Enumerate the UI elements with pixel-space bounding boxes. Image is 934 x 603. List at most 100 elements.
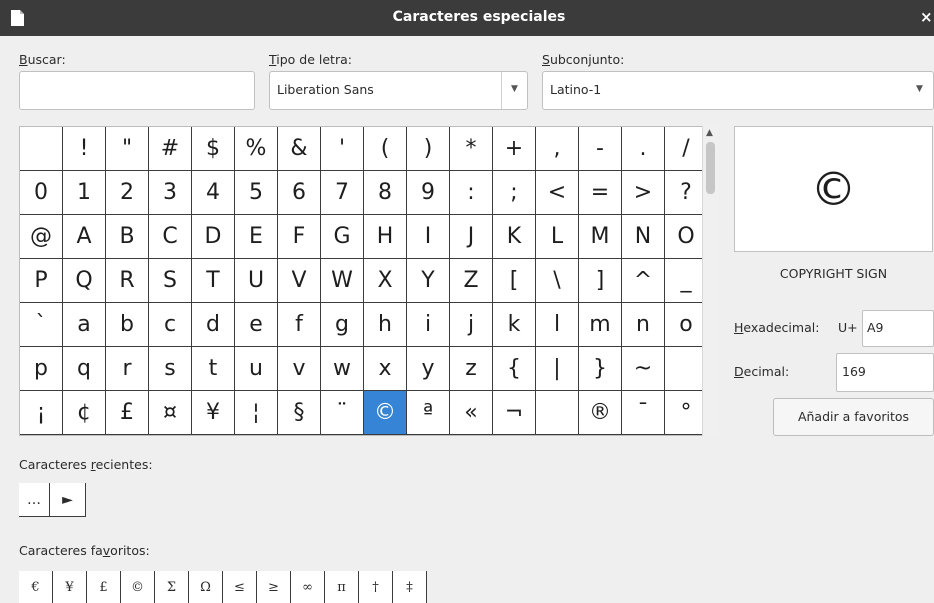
char-cell[interactable]: W <box>321 259 364 303</box>
add-to-favorites-button[interactable]: Añadir a favoritos <box>773 398 934 436</box>
char-cell[interactable]: } <box>579 347 622 391</box>
char-cell[interactable] <box>536 391 579 435</box>
subset-select[interactable]: Latino-1 ▼ <box>542 71 934 110</box>
scroll-up-icon[interactable]: ▲ <box>706 128 713 138</box>
char-cell[interactable]: ( <box>364 127 407 171</box>
char-cell[interactable]: ¥ <box>192 391 235 435</box>
char-cell[interactable]: : <box>450 171 493 215</box>
char-cell[interactable]: w <box>321 347 364 391</box>
char-cell[interactable] <box>20 127 63 171</box>
char-cell[interactable]: ^ <box>622 259 665 303</box>
grid-scrollbar[interactable]: ▲ <box>702 126 719 436</box>
char-cell[interactable]: V <box>278 259 321 303</box>
char-cell[interactable]: < <box>536 171 579 215</box>
char-cell[interactable]: n <box>622 303 665 347</box>
char-cell[interactable]: A <box>63 215 106 259</box>
char-cell[interactable]: r <box>106 347 149 391</box>
char-cell[interactable]: = <box>579 171 622 215</box>
char-cell[interactable]: $ <box>192 127 235 171</box>
font-select[interactable]: Liberation Sans ▼ <box>269 71 528 110</box>
hex-input[interactable]: A9 <box>862 310 934 347</box>
char-cell[interactable]: £ <box>106 391 149 435</box>
char-cell[interactable]: 3 <box>149 171 192 215</box>
char-cell[interactable]: l <box>536 303 579 347</box>
char-cell[interactable]: U <box>235 259 278 303</box>
char-cell[interactable]: E <box>235 215 278 259</box>
favorite-char[interactable]: ‡ <box>393 571 427 603</box>
char-cell[interactable]: ¡ <box>20 391 63 435</box>
char-cell[interactable]: # <box>149 127 192 171</box>
favorite-char[interactable]: † <box>359 571 393 603</box>
char-cell[interactable]: ] <box>579 259 622 303</box>
char-cell[interactable]: i <box>407 303 450 347</box>
char-cell[interactable]: ¦ <box>235 391 278 435</box>
char-cell[interactable]: - <box>579 127 622 171</box>
char-cell[interactable]: N <box>622 215 665 259</box>
char-cell[interactable]: S <box>149 259 192 303</box>
char-cell[interactable]: Z <box>450 259 493 303</box>
char-cell[interactable]: , <box>536 127 579 171</box>
char-cell[interactable]: > <box>622 171 665 215</box>
char-cell[interactable]: & <box>278 127 321 171</box>
char-cell[interactable]: B <box>106 215 149 259</box>
scrollbar-thumb[interactable] <box>706 142 715 194</box>
char-cell[interactable]: b <box>106 303 149 347</box>
char-cell[interactable]: a <box>63 303 106 347</box>
char-cell[interactable]: u <box>235 347 278 391</box>
char-cell[interactable]: P <box>20 259 63 303</box>
favorite-char[interactable]: Ω <box>189 571 223 603</box>
favorite-char[interactable]: £ <box>87 571 121 603</box>
font-dropdown-button[interactable]: ▼ <box>501 72 527 109</box>
favorite-char[interactable]: ∞ <box>291 571 325 603</box>
char-cell[interactable]: D <box>192 215 235 259</box>
char-cell[interactable]: ¯ <box>622 391 665 435</box>
char-cell[interactable]: Y <box>407 259 450 303</box>
char-cell[interactable]: j <box>450 303 493 347</box>
char-cell[interactable]: k <box>493 303 536 347</box>
char-cell[interactable]: m <box>579 303 622 347</box>
recent-char[interactable]: ► <box>50 483 86 517</box>
decimal-input[interactable]: 169 <box>836 353 934 392</box>
char-cell[interactable]: ¬ <box>493 391 536 435</box>
favorite-char[interactable]: ¥ <box>53 571 87 603</box>
char-cell[interactable]: R <box>106 259 149 303</box>
char-cell[interactable]: t <box>192 347 235 391</box>
char-cell[interactable]: % <box>235 127 278 171</box>
char-cell[interactable]: Q <box>63 259 106 303</box>
char-cell[interactable]: © <box>364 391 407 435</box>
char-cell[interactable]: 5 <box>235 171 278 215</box>
char-cell[interactable]: ¤ <box>149 391 192 435</box>
char-cell[interactable]: 8 <box>364 171 407 215</box>
char-cell[interactable]: g <box>321 303 364 347</box>
favorite-char[interactable]: ≥ <box>257 571 291 603</box>
close-button[interactable]: × <box>920 8 933 26</box>
char-cell[interactable]: 9 <box>407 171 450 215</box>
char-cell[interactable]: X <box>364 259 407 303</box>
char-cell[interactable]: T <box>192 259 235 303</box>
recent-char[interactable]: … <box>19 483 50 517</box>
char-cell[interactable]: p <box>20 347 63 391</box>
char-cell[interactable]: 2 <box>106 171 149 215</box>
favorite-char[interactable]: Σ <box>155 571 189 603</box>
char-cell[interactable]: + <box>493 127 536 171</box>
subset-dropdown-button[interactable]: ▼ <box>907 72 933 109</box>
char-cell[interactable]: 6 <box>278 171 321 215</box>
char-cell[interactable]: ` <box>20 303 63 347</box>
char-cell[interactable]: J <box>450 215 493 259</box>
char-cell[interactable]: K <box>493 215 536 259</box>
char-cell[interactable]: q <box>63 347 106 391</box>
char-cell[interactable]: H <box>364 215 407 259</box>
char-cell[interactable]: ¢ <box>63 391 106 435</box>
char-cell[interactable]: e <box>235 303 278 347</box>
char-cell[interactable]: ª <box>407 391 450 435</box>
char-cell[interactable]: § <box>278 391 321 435</box>
char-cell[interactable]: [ <box>493 259 536 303</box>
char-cell[interactable]: ! <box>63 127 106 171</box>
char-cell[interactable]: y <box>407 347 450 391</box>
char-cell[interactable]: ' <box>321 127 364 171</box>
char-cell[interactable]: " <box>106 127 149 171</box>
char-cell[interactable]: F <box>278 215 321 259</box>
char-cell[interactable]: \ <box>536 259 579 303</box>
char-cell[interactable]: @ <box>20 215 63 259</box>
char-cell[interactable]: « <box>450 391 493 435</box>
